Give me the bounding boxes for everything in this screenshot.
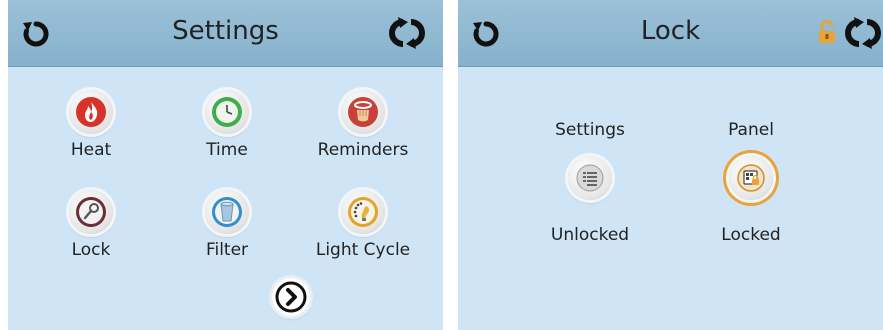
reminder-hand-icon [348, 97, 378, 127]
filter-button[interactable]: Filter [167, 190, 287, 260]
refresh-icon[interactable] [844, 14, 882, 52]
filter-tile[interactable] [205, 190, 249, 234]
lock-header: Lock [458, 0, 883, 67]
lock-screen: Lock Settings Unlocked Panel Locked [458, 0, 883, 330]
heat-label: Heat [70, 140, 112, 160]
heat-button[interactable]: Heat [31, 90, 151, 160]
settings-lock-title: Settings [555, 120, 625, 140]
panel-lock-title: Panel [728, 120, 774, 140]
reminders-tile[interactable] [341, 90, 385, 134]
filter-label: Filter [205, 240, 249, 260]
flame-icon [76, 97, 106, 127]
lock-button[interactable]: Lock [31, 190, 151, 260]
light-cycle-tile[interactable] [341, 190, 385, 234]
panel-lock-toggle[interactable] [729, 156, 773, 200]
heat-tile[interactable] [69, 90, 113, 134]
padlock-open-icon [819, 20, 835, 43]
light-cycle-label: Light Cycle [315, 240, 411, 260]
settings-lock-state: Unlocked [550, 225, 630, 245]
lock-label: Lock [71, 240, 111, 260]
next-arrow-icon [275, 281, 307, 313]
settings-list-icon [576, 164, 604, 192]
time-tile[interactable] [205, 90, 249, 134]
filter-icon [212, 197, 242, 227]
settings-header: Settings [8, 0, 443, 67]
reminders-label: Reminders [317, 140, 409, 160]
panel-locked-icon [737, 164, 765, 192]
reminders-button[interactable]: Reminders [303, 90, 423, 160]
lock-tile[interactable] [69, 190, 113, 234]
settings-lock-toggle[interactable] [568, 156, 612, 200]
time-label: Time [206, 140, 248, 160]
time-button[interactable]: Time [167, 90, 287, 160]
panel-lock-state: Locked [721, 225, 781, 245]
page-title: Settings [172, 16, 279, 46]
clock-icon [212, 97, 242, 127]
settings-screen: Settings Heat Time Reminders Lock Filter… [8, 0, 443, 330]
next-page-button[interactable] [272, 278, 310, 316]
light-cycle-button[interactable]: Light Cycle [303, 190, 423, 260]
light-cycle-icon [348, 197, 378, 227]
refresh-icon[interactable] [388, 14, 426, 52]
key-icon [76, 197, 106, 227]
